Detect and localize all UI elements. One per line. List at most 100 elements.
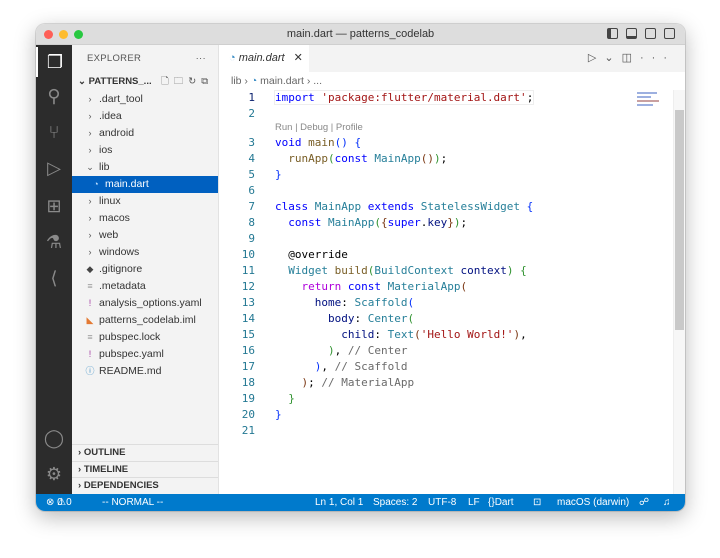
device-selector[interactable]: macOS (darwin) (557, 494, 629, 511)
problems-indicator[interactable]: ⊗ 0 ⚠ 0 (46, 494, 66, 511)
code-line: 15 child: Text('Hello World!'), (219, 327, 673, 343)
encoding[interactable]: UTF-8 (428, 494, 456, 511)
line-text: body: Center( (275, 312, 414, 325)
close-tab-icon[interactable]: ✕ (294, 52, 303, 64)
code-token: body (275, 312, 354, 325)
breadcrumb-lib[interactable]: lib (231, 75, 242, 87)
tree-item[interactable]: ≡.metadata (72, 278, 218, 295)
tree-item[interactable]: ›web (72, 227, 218, 244)
dependencies-panel[interactable]: › DEPENDENCIES (72, 477, 218, 493)
tree-item-label: ios (99, 144, 112, 156)
code-line: 16 ), // Center (219, 343, 673, 359)
language-mode[interactable]: {} Dart (488, 494, 495, 511)
new-file-icon[interactable]: 🗋 (161, 76, 174, 87)
codelens-run-debug-profile[interactable]: Run | Debug | Profile (275, 122, 363, 133)
tree-item[interactable]: ›linux (72, 193, 218, 210)
code-token: ( (414, 328, 421, 341)
tree-item[interactable]: ›.dart_tool (72, 91, 218, 108)
line-text: ), // Center (275, 344, 407, 357)
yaml-icon: ! (84, 295, 96, 312)
line-number: 18 (219, 375, 255, 391)
tree-item-label: lib (99, 161, 110, 173)
file-icon: ≡ (84, 278, 96, 295)
close-window-button[interactable] (44, 30, 53, 39)
minimize-window-button[interactable] (59, 30, 68, 39)
project-folder-header[interactable]: ⌄ PATTERNS_... 🗋🗀↻⧉ (72, 73, 218, 91)
collapse-all-icon[interactable]: ⧉ (201, 76, 213, 87)
settings-gear-icon[interactable]: ⚙ (36, 459, 72, 489)
vertical-scrollbar[interactable] (673, 90, 685, 494)
tree-item[interactable]: ◔main.dart (72, 176, 218, 193)
outline-label: OUTLINE (84, 447, 126, 458)
tree-item[interactable]: ›ios (72, 142, 218, 159)
extensions-icon[interactable]: ⊞ (36, 191, 72, 221)
tree-item[interactable]: ›.idea (72, 108, 218, 125)
toggle-panel-icon[interactable] (626, 28, 637, 39)
new-folder-icon[interactable]: 🗀 (174, 76, 189, 87)
code-token: // MaterialApp (321, 376, 414, 389)
account-icon[interactable]: ◯ (36, 423, 72, 453)
line-number: 9 (219, 231, 255, 247)
more-actions-icon[interactable]: ··· (196, 45, 206, 73)
tree-item[interactable]: ⓘREADME.md (72, 363, 218, 380)
line-text: return const MaterialApp( (275, 280, 467, 293)
line-text: } (275, 168, 282, 181)
tree-item-label: linux (99, 195, 121, 207)
line-text: import 'package:flutter/material.dart'; (275, 91, 533, 104)
tree-item-label: pubspec.lock (99, 331, 160, 343)
tree-item[interactable]: ›android (72, 125, 218, 142)
scrollbar-thumb[interactable] (675, 110, 684, 330)
notifications-bell-icon[interactable]: ♫ (663, 494, 671, 511)
search-icon[interactable]: ⚲ (36, 81, 72, 111)
code-token (275, 376, 302, 389)
line-ending[interactable]: LF (468, 494, 480, 511)
toggle-sidebar-icon[interactable] (607, 28, 618, 39)
breadcrumb-symbol[interactable]: ... (313, 75, 322, 87)
outline-panel[interactable]: › OUTLINE (72, 444, 218, 460)
source-control-icon[interactable]: ⑂ (36, 117, 72, 147)
code-token: : (354, 312, 367, 325)
info-icon: ⓘ (84, 363, 96, 380)
tree-item-label: android (99, 127, 134, 139)
indentation[interactable]: Spaces: 2 (373, 494, 417, 511)
split-editor-icon[interactable]: ◫ (622, 52, 640, 64)
cursor-position[interactable]: Ln 1, Col 1 (315, 494, 363, 511)
toggle-secondary-sidebar-icon[interactable] (645, 28, 656, 39)
flutter-icon[interactable]: ⟨ (36, 263, 72, 293)
vscode-window: main.dart — patterns_codelab ❐ ⚲ ⑂ ▷ ⊞ ⚗… (36, 24, 685, 511)
line-text: ); // MaterialApp (275, 376, 414, 389)
tree-item-label: .gitignore (99, 263, 142, 275)
run-debug-icon[interactable]: ▷ (36, 153, 72, 183)
chevron-down-icon: ⌄ (78, 76, 89, 87)
tree-item[interactable]: ◆.gitignore (72, 261, 218, 278)
line-text: ), // Scaffold (275, 360, 407, 373)
refresh-icon[interactable]: ↻ (188, 76, 201, 87)
code-line: 10 @override (219, 247, 673, 263)
chevron-right-icon: › (84, 244, 96, 261)
testing-icon[interactable]: ⚗ (36, 227, 72, 257)
customize-layout-icon[interactable] (664, 28, 675, 39)
terminal-icon[interactable]: ⊡ (533, 494, 541, 511)
code-editor[interactable]: Run | Debug | Profile 1import 'package:f… (219, 90, 673, 494)
tree-item[interactable]: ›macos (72, 210, 218, 227)
feedback-icon[interactable]: ☍ (639, 494, 649, 511)
maximize-window-button[interactable] (74, 30, 83, 39)
tree-item[interactable]: ◣patterns_codelab.iml (72, 312, 218, 329)
more-actions-icon[interactable]: ··· (640, 52, 675, 64)
tree-item[interactable]: !pubspec.yaml (72, 346, 218, 363)
tree-item[interactable]: ≡pubspec.lock (72, 329, 218, 346)
run-debug-dropdown-icon[interactable]: ▷⌄ (588, 52, 622, 64)
timeline-panel[interactable]: › TIMELINE (72, 461, 218, 477)
line-number: 17 (219, 359, 255, 375)
minimap[interactable] (637, 92, 663, 112)
tree-item[interactable]: !analysis_options.yaml (72, 295, 218, 312)
code-line: 3void main() { (219, 135, 673, 151)
tree-item-label: .idea (99, 110, 122, 122)
tab-main-dart[interactable]: ◔ main.dart ✕ (219, 45, 309, 72)
tree-item[interactable]: ›windows (72, 244, 218, 261)
tree-item[interactable]: ⌄lib (72, 159, 218, 176)
breadcrumb-file[interactable]: main.dart (260, 75, 304, 87)
code-token: Center (368, 312, 408, 325)
explorer-icon[interactable]: ❐ (36, 47, 72, 77)
explorer-sidebar: EXPLORER ··· ⌄ PATTERNS_... 🗋🗀↻⧉ ›.dart_… (72, 45, 219, 494)
